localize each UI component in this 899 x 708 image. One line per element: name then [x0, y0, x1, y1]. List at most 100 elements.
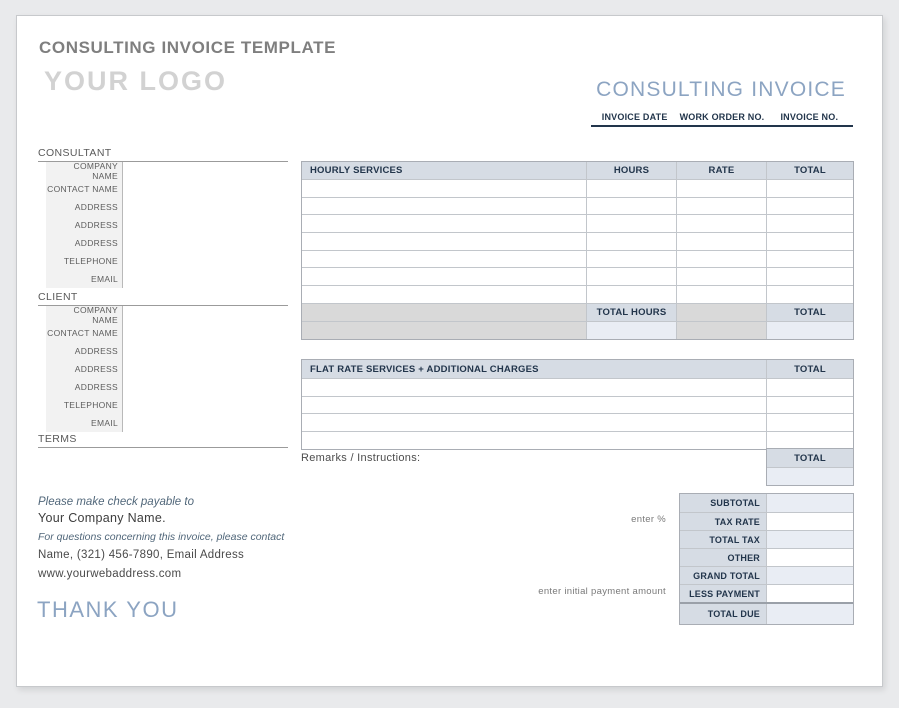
address-label: ADDRESS: [75, 220, 122, 230]
table-cell[interactable]: [676, 198, 766, 215]
table-row: [302, 250, 853, 268]
table-cell[interactable]: [676, 268, 766, 285]
total-hours-row: TOTAL HOURS TOTAL: [302, 303, 853, 321]
company-name-label: COMPANY NAME: [46, 161, 122, 181]
table-cell[interactable]: [766, 215, 853, 232]
invoice-no-input[interactable]: [766, 127, 853, 145]
invoice-date-input[interactable]: [591, 127, 678, 145]
summary-value-cell[interactable]: [766, 604, 853, 624]
summary-label: TAX RATE: [680, 513, 766, 530]
table-cell[interactable]: [302, 397, 766, 414]
invoice-title: CONSULTING INVOICE: [596, 78, 846, 102]
table-cell[interactable]: [766, 198, 853, 215]
table-cell[interactable]: [586, 233, 676, 250]
remarks-label: Remarks / Instructions:: [301, 452, 420, 464]
summary-row: TOTAL DUE: [680, 602, 853, 624]
table-cell[interactable]: [766, 432, 853, 449]
consultant-heading: CONSULTANT: [38, 147, 288, 162]
table-cell[interactable]: [302, 198, 586, 215]
field-row: CONTACT NAME: [46, 180, 122, 198]
field-row: EMAIL: [46, 414, 122, 432]
summary-value-cell[interactable]: [766, 513, 853, 530]
field-row: ADDRESS: [46, 216, 122, 234]
table-cell[interactable]: [766, 414, 853, 431]
table-cell[interactable]: [302, 268, 586, 285]
summary-label: LESS PAYMENT: [680, 585, 766, 602]
table-cell[interactable]: [302, 215, 586, 232]
total-hours-value-cell[interactable]: [586, 322, 676, 339]
contact-line: Name, (321) 456-7890, Email Address: [38, 549, 244, 561]
flat-rate-table: FLAT RATE SERVICES + ADDITIONAL CHARGES …: [301, 359, 854, 450]
table-cell[interactable]: [766, 286, 853, 303]
table-cell[interactable]: [586, 268, 676, 285]
terms-heading: TERMS: [38, 433, 288, 448]
tax-rate-note: enter %: [631, 514, 666, 525]
table-cell[interactable]: [586, 198, 676, 215]
summary-value-cell[interactable]: [766, 549, 853, 566]
hourly-header-row: HOURLY SERVICES HOURS RATE TOTAL: [302, 162, 853, 179]
table-cell[interactable]: [586, 180, 676, 197]
flat-rate-column-header: FLAT RATE SERVICES + ADDITIONAL CHARGES: [302, 360, 766, 378]
summary-row: OTHER: [680, 548, 853, 566]
summary-label: OTHER: [680, 549, 766, 566]
table-cell[interactable]: [302, 379, 766, 396]
table-cell[interactable]: [586, 251, 676, 268]
flat-rate-header-row: FLAT RATE SERVICES + ADDITIONAL CHARGES …: [302, 360, 853, 378]
table-row: [302, 431, 853, 449]
invoice-meta-values: [591, 127, 853, 145]
work-order-no-input[interactable]: [678, 127, 765, 145]
summary-value-cell[interactable]: [766, 585, 853, 602]
summary-row: LESS PAYMENT: [680, 584, 853, 602]
summary-label: GRAND TOTAL: [680, 567, 766, 584]
field-row: TELEPHONE: [46, 396, 122, 414]
table-cell[interactable]: [676, 251, 766, 268]
summary-label: TOTAL TAX: [680, 531, 766, 548]
table-cell[interactable]: [302, 251, 586, 268]
table-cell[interactable]: [302, 414, 766, 431]
table-cell[interactable]: [766, 251, 853, 268]
field-row: COMPANY NAME: [46, 306, 122, 324]
field-row: COMPANY NAME: [46, 162, 122, 180]
contact-note: For questions concerning this invoice, p…: [38, 531, 284, 543]
table-row: [302, 378, 853, 396]
telephone-label: TELEPHONE: [64, 400, 122, 410]
table-cell[interactable]: [676, 215, 766, 232]
summary-label: TOTAL DUE: [680, 604, 766, 624]
table-cell[interactable]: [766, 180, 853, 197]
table-cell[interactable]: [586, 286, 676, 303]
table-cell[interactable]: [676, 233, 766, 250]
client-input-area[interactable]: [124, 306, 288, 432]
table-cell[interactable]: [586, 215, 676, 232]
field-row: ADDRESS: [46, 342, 122, 360]
desktop-background: CONSULTING INVOICE TEMPLATE YOUR LOGO CO…: [0, 0, 899, 708]
logo-placeholder[interactable]: YOUR LOGO: [44, 66, 227, 97]
table-cell[interactable]: [766, 233, 853, 250]
table-cell[interactable]: [302, 233, 586, 250]
address-label: ADDRESS: [75, 202, 122, 212]
table-cell[interactable]: [676, 286, 766, 303]
table-cell[interactable]: [676, 180, 766, 197]
consultant-input-area[interactable]: [124, 162, 288, 288]
client-heading: CLIENT: [38, 291, 288, 306]
table-cell[interactable]: [766, 268, 853, 285]
remarks-input-area[interactable]: [301, 466, 756, 494]
table-cell[interactable]: [302, 432, 766, 449]
summary-value-cell[interactable]: [766, 531, 853, 548]
flat-total-value-cell[interactable]: [767, 467, 853, 485]
field-row: ADDRESS: [46, 360, 122, 378]
less-payment-note: enter initial payment amount: [538, 586, 666, 597]
email-label: EMAIL: [91, 418, 122, 428]
table-cell[interactable]: [766, 379, 853, 396]
hourly-total-value-cell[interactable]: [766, 322, 853, 339]
table-cell[interactable]: [766, 397, 853, 414]
rate-column-header: RATE: [676, 162, 766, 179]
address-label: ADDRESS: [75, 364, 122, 374]
table-cell[interactable]: [302, 286, 586, 303]
address-label: ADDRESS: [75, 238, 122, 248]
summary-value-cell[interactable]: [766, 494, 853, 512]
table-row: [302, 214, 853, 232]
table-cell[interactable]: [302, 180, 586, 197]
summary-value-cell[interactable]: [766, 567, 853, 584]
flat-total-column-header: TOTAL: [766, 360, 853, 378]
hourly-body: [302, 179, 853, 303]
